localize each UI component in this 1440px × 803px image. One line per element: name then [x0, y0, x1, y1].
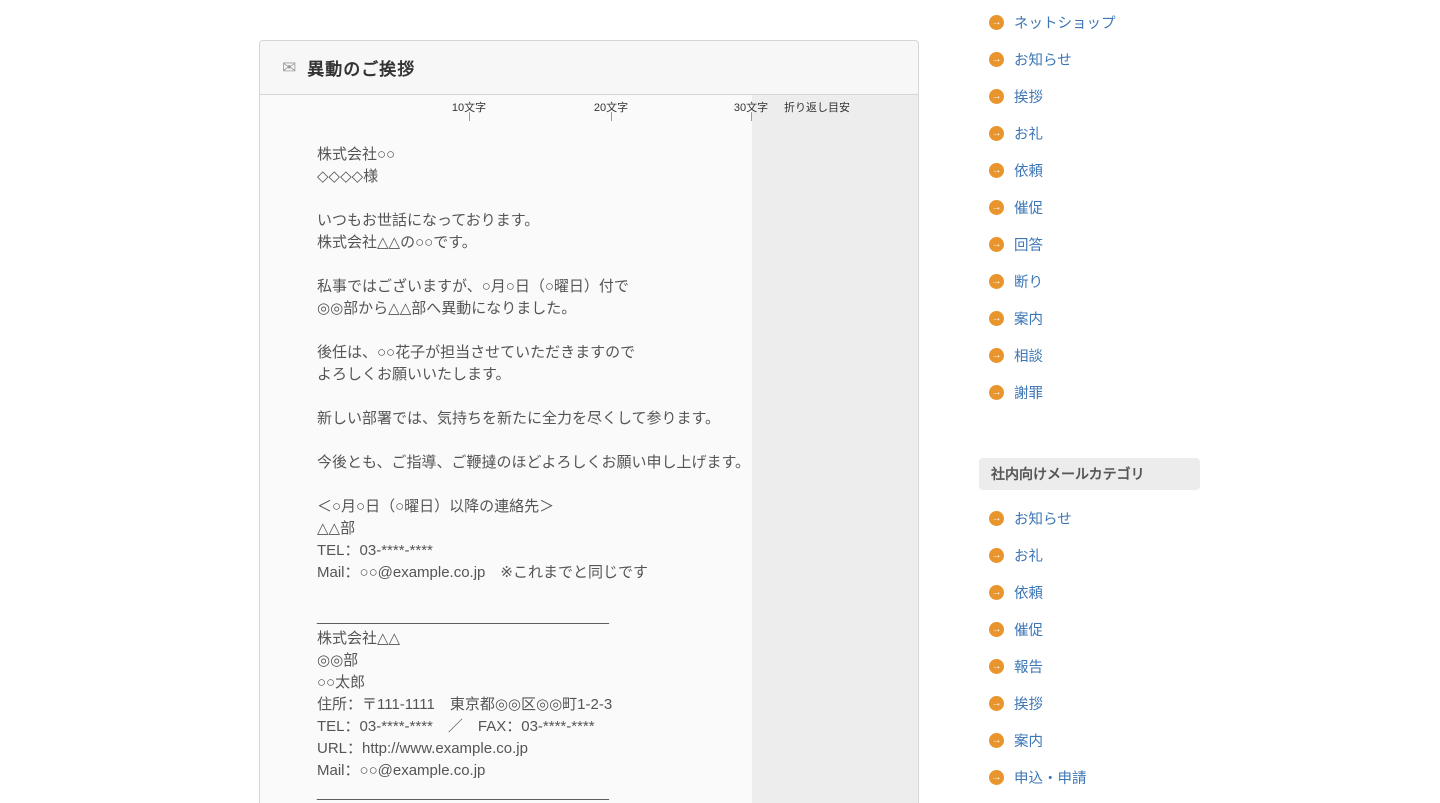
- sidebar-item-label: 報告: [1014, 656, 1043, 677]
- sidebar-item-kaitou[interactable]: → 回答: [979, 226, 1219, 263]
- arrow-right-icon: →: [989, 733, 1004, 748]
- sidebar-item-label: 断り: [1014, 271, 1043, 292]
- sidebar-item-label: 催促: [1014, 619, 1043, 640]
- sidebar-item-internal-irai[interactable]: → 依頼: [979, 574, 1219, 611]
- arrow-right-icon: →: [989, 622, 1004, 637]
- sidebar-item-label: 相談: [1014, 345, 1043, 366]
- arrow-right-icon: →: [989, 770, 1004, 785]
- ruler-tick-30: [751, 112, 752, 121]
- sidebar-item-internal-saisoku[interactable]: → 催促: [979, 611, 1219, 648]
- character-ruler: 10文字 20文字 30文字 折り返し目安: [260, 95, 918, 122]
- arrow-right-icon: →: [989, 126, 1004, 141]
- arrow-right-icon: →: [989, 200, 1004, 215]
- sidebar-item-label: お知らせ: [1014, 49, 1072, 70]
- sidebar-item-netshop[interactable]: → ネットショップ: [979, 4, 1219, 41]
- ruler-tick-20: [611, 112, 612, 121]
- sidebar-item-label: 挨拶: [1014, 86, 1043, 107]
- sidebar-item-annai[interactable]: → 案内: [979, 300, 1219, 337]
- arrow-right-icon: →: [989, 348, 1004, 363]
- page: ✉ 異動のご挨拶 10文字 20文字 30文字 折り返し目安 株式会社○○ ◇◇…: [0, 0, 1440, 803]
- arrow-right-icon: →: [989, 696, 1004, 711]
- arrow-right-icon: →: [989, 548, 1004, 563]
- arrow-right-icon: →: [989, 311, 1004, 326]
- sidebar-item-label: 案内: [1014, 308, 1043, 329]
- sidebar-item-label: 回答: [1014, 234, 1043, 255]
- panel-header: ✉ 異動のご挨拶: [260, 41, 918, 95]
- sidebar-item-label: 申込・申請: [1014, 767, 1087, 788]
- wrap-guide-label: 折り返し目安: [784, 99, 850, 115]
- sidebar-item-label: お知らせ: [1014, 508, 1072, 529]
- page-title: 異動のご挨拶: [307, 55, 415, 80]
- arrow-right-icon: →: [989, 163, 1004, 178]
- arrow-right-icon: →: [989, 237, 1004, 252]
- sidebar-item-internal-orei[interactable]: → お礼: [979, 537, 1219, 574]
- sidebar-item-oshirase[interactable]: → お知らせ: [979, 41, 1219, 78]
- arrow-right-icon: →: [989, 511, 1004, 526]
- sidebar-item-internal-aisatsu[interactable]: → 挨拶: [979, 685, 1219, 722]
- sidebar-item-label: 催促: [1014, 197, 1043, 218]
- sidebar-item-aisatsu[interactable]: → 挨拶: [979, 78, 1219, 115]
- internal-mail-category-list: → お知らせ → お礼 → 依頼 → 催促 → 報告 → 挨拶: [979, 500, 1219, 796]
- arrow-right-icon: →: [989, 274, 1004, 289]
- category-sidebar: → ネットショップ → お知らせ → 挨拶 → お礼 → 依頼 → 催促: [979, 4, 1219, 796]
- envelope-icon: ✉: [282, 59, 296, 76]
- sidebar-item-saisoku[interactable]: → 催促: [979, 189, 1219, 226]
- arrow-right-icon: →: [989, 89, 1004, 104]
- sidebar-item-soudan[interactable]: → 相談: [979, 337, 1219, 374]
- email-preview-area: 10文字 20文字 30文字 折り返し目安 株式会社○○ ◇◇◇◇様 いつもお世…: [260, 95, 918, 803]
- sidebar-item-label: ネットショップ: [1014, 12, 1116, 33]
- sidebar-item-internal-houkoku[interactable]: → 報告: [979, 648, 1219, 685]
- sidebar-item-kotowari[interactable]: → 断り: [979, 263, 1219, 300]
- sidebar-item-label: お礼: [1014, 545, 1043, 566]
- sidebar-item-label: 挨拶: [1014, 693, 1043, 714]
- ruler-tick-10: [469, 112, 470, 121]
- arrow-right-icon: →: [989, 15, 1004, 30]
- internal-mail-category-heading: 社内向けメールカテゴリ: [979, 458, 1200, 490]
- sidebar-item-label: 依頼: [1014, 160, 1043, 181]
- sidebar-item-internal-oshirase[interactable]: → お知らせ: [979, 500, 1219, 537]
- external-mail-category-list: → ネットショップ → お知らせ → 挨拶 → お礼 → 依頼 → 催促: [979, 4, 1219, 411]
- sidebar-item-label: お礼: [1014, 123, 1043, 144]
- arrow-right-icon: →: [989, 659, 1004, 674]
- sidebar-item-label: 依頼: [1014, 582, 1043, 603]
- sidebar-item-label: 案内: [1014, 730, 1043, 751]
- sidebar-item-irai[interactable]: → 依頼: [979, 152, 1219, 189]
- sidebar-item-shazai[interactable]: → 謝罪: [979, 374, 1219, 411]
- email-body-text: 株式会社○○ ◇◇◇◇様 いつもお世話になっております。 株式会社△△の○○です…: [260, 122, 918, 803]
- arrow-right-icon: →: [989, 385, 1004, 400]
- sidebar-item-orei[interactable]: → お礼: [979, 115, 1219, 152]
- email-template-panel: ✉ 異動のご挨拶 10文字 20文字 30文字 折り返し目安 株式会社○○ ◇◇…: [259, 40, 919, 803]
- sidebar-item-internal-moushikomi[interactable]: → 申込・申請: [979, 759, 1219, 796]
- arrow-right-icon: →: [989, 585, 1004, 600]
- sidebar-item-label: 謝罪: [1014, 382, 1043, 403]
- sidebar-item-internal-annai[interactable]: → 案内: [979, 722, 1219, 759]
- arrow-right-icon: →: [989, 52, 1004, 67]
